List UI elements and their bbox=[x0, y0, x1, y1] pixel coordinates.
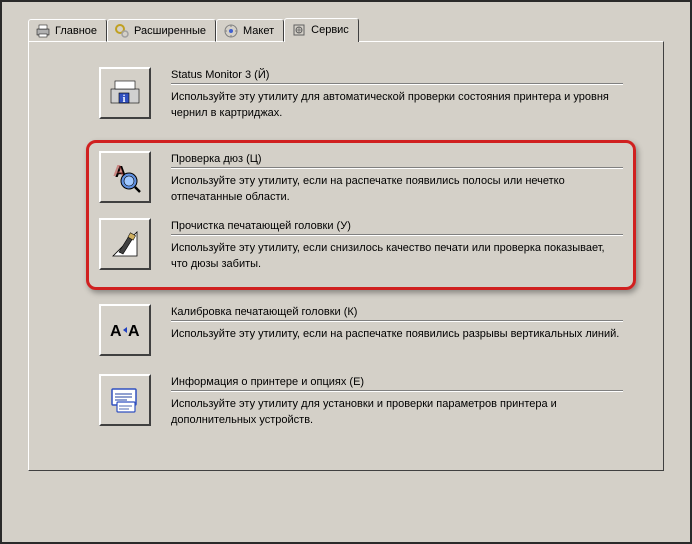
svg-text:A: A bbox=[110, 323, 122, 340]
tab-extended[interactable]: Расширенные bbox=[107, 19, 216, 42]
status-monitor-button[interactable]: i bbox=[99, 67, 151, 119]
service-icon bbox=[291, 22, 307, 38]
highlight-box: A A Проверка дюз (Ц) Используйте эту ути… bbox=[86, 140, 636, 290]
head-clean-button[interactable] bbox=[99, 218, 151, 270]
tab-main[interactable]: Главное bbox=[28, 19, 107, 42]
printer-icon bbox=[35, 23, 51, 39]
head-clean-icon bbox=[107, 226, 143, 262]
item-head-clean: Прочистка печатающей головки (У) Использ… bbox=[99, 218, 623, 273]
gears-icon bbox=[114, 23, 130, 39]
printer-info-icon: i bbox=[107, 75, 143, 111]
item-head-align: A A Калибровка печатающей головки (К) Ис… bbox=[99, 304, 623, 356]
item-status-monitor: i Status Monitor 3 (Й) Используйте эту у… bbox=[99, 67, 623, 122]
clean-title: Прочистка печатающей головки (У) bbox=[171, 220, 623, 235]
tab-extended-label: Расширенные bbox=[134, 25, 206, 37]
clean-desc: Используйте эту утилиту, если снизилось … bbox=[171, 241, 623, 273]
align-desc: Используйте эту утилиту, если на распеча… bbox=[171, 327, 623, 343]
item-printer-info: Информация о принтере и опциях (Е) Испол… bbox=[99, 374, 623, 429]
head-align-button[interactable]: A A bbox=[99, 304, 151, 356]
info-title: Информация о принтере и опциях (Е) bbox=[171, 376, 623, 391]
nozzle-title: Проверка дюз (Ц) bbox=[171, 153, 623, 168]
status-title: Status Monitor 3 (Й) bbox=[171, 69, 623, 84]
nozzle-desc: Используйте эту утилиту, если на распеча… bbox=[171, 174, 623, 206]
item-nozzle-check: A A Проверка дюз (Ц) Используйте эту ути… bbox=[99, 151, 623, 206]
tab-strip: Главное Расширенные Макет Сервис bbox=[28, 17, 664, 42]
tab-service[interactable]: Сервис bbox=[284, 18, 359, 42]
nozzle-check-button[interactable]: A A bbox=[99, 151, 151, 203]
align-title: Калибровка печатающей головки (К) bbox=[171, 306, 623, 321]
service-panel: i Status Monitor 3 (Й) Используйте эту у… bbox=[28, 41, 664, 471]
svg-text:A: A bbox=[128, 323, 140, 340]
nozzle-check-icon: A A bbox=[107, 159, 143, 195]
layout-icon bbox=[223, 23, 239, 39]
info-desc: Используйте эту утилиту для установки и … bbox=[171, 397, 623, 429]
tab-service-label: Сервис bbox=[311, 24, 349, 36]
tab-layout-label: Макет bbox=[243, 25, 274, 37]
printer-info-button[interactable] bbox=[99, 374, 151, 426]
tab-layout[interactable]: Макет bbox=[216, 19, 284, 42]
svg-text:i: i bbox=[123, 94, 126, 105]
card-list-icon bbox=[107, 382, 143, 418]
tab-main-label: Главное bbox=[55, 25, 97, 37]
status-desc: Используйте эту утилиту для автоматическ… bbox=[171, 90, 623, 122]
head-align-icon: A A bbox=[107, 312, 143, 348]
